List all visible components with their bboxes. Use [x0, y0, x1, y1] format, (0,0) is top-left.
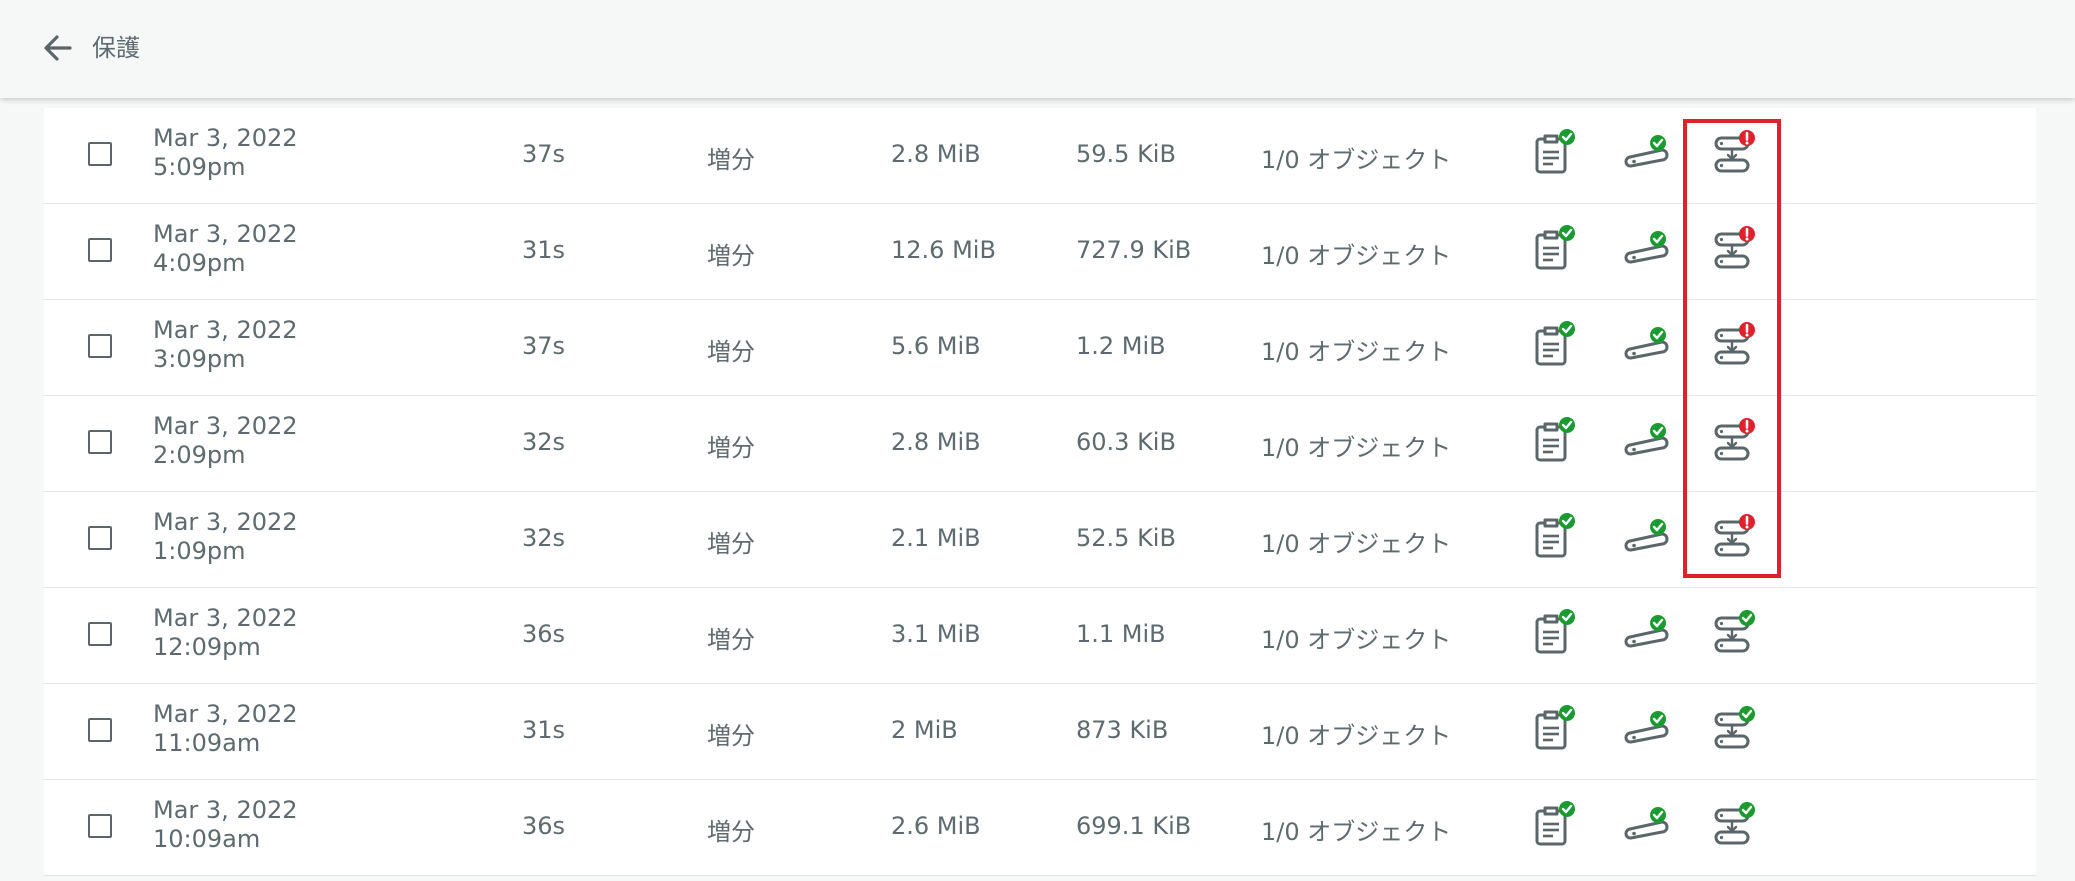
report-ok-icon[interactable]	[1530, 416, 1580, 466]
snapshot-time: 1:09pm	[153, 537, 246, 565]
snapshot-date: Mar 3, 2022	[153, 124, 298, 152]
row-checkbox[interactable]	[88, 334, 112, 358]
local-snapshot-ok-icon[interactable]	[1622, 128, 1672, 178]
snapshot-date: Mar 3, 2022	[153, 220, 298, 248]
replication-ok-icon[interactable]	[1708, 704, 1758, 754]
snapshot-datetime: Mar 3, 2022 3:09pm	[153, 316, 298, 374]
snapshot-datetime: Mar 3, 2022 4:09pm	[153, 220, 298, 278]
page-title: 保護	[92, 34, 140, 62]
logical-size: 2 MiB	[891, 716, 958, 744]
report-ok-icon[interactable]	[1530, 608, 1580, 658]
duration: 37s	[522, 140, 566, 168]
row-checkbox[interactable]	[88, 142, 112, 166]
snapshot-date: Mar 3, 2022	[153, 700, 298, 728]
data-transferred: 727.9 KiB	[1076, 236, 1192, 264]
duration: 31s	[522, 716, 566, 744]
report-ok-icon[interactable]	[1530, 800, 1580, 850]
snapshot-datetime: Mar 3, 2022 12:09pm	[153, 604, 298, 662]
snapshot-date: Mar 3, 2022	[153, 316, 298, 344]
snapshot-datetime: Mar 3, 2022 10:09am	[153, 796, 298, 854]
logical-size: 2.6 MiB	[891, 812, 981, 840]
backup-type: 増分	[707, 530, 755, 558]
backup-type: 増分	[707, 338, 755, 366]
backup-type: 増分	[707, 146, 755, 174]
snapshot-time: 10:09am	[153, 825, 261, 853]
backup-type: 増分	[707, 242, 755, 270]
snapshot-time: 2:09pm	[153, 441, 246, 469]
local-snapshot-ok-icon[interactable]	[1622, 224, 1672, 274]
local-snapshot-ok-icon[interactable]	[1622, 704, 1672, 754]
table-row[interactable]: Mar 3, 2022 12:09pm 36s 増分 3.1 MiB 1.1 M…	[44, 588, 2036, 684]
replication-ok-icon[interactable]	[1708, 608, 1758, 658]
data-transferred: 699.1 KiB	[1076, 812, 1192, 840]
local-snapshot-ok-icon[interactable]	[1622, 320, 1672, 370]
replication-error-highlight	[1683, 119, 1781, 578]
data-transferred: 60.3 KiB	[1076, 428, 1176, 456]
row-checkbox[interactable]	[88, 430, 112, 454]
object-count: 1/0 オブジェクト	[1261, 242, 1452, 270]
snapshot-datetime: Mar 3, 2022 1:09pm	[153, 508, 298, 566]
table-row[interactable]: Mar 3, 2022 11:09am 31s 増分 2 MiB 873 KiB…	[44, 684, 2036, 780]
data-transferred: 1.1 MiB	[1076, 620, 1166, 648]
report-ok-icon[interactable]	[1530, 224, 1580, 274]
table-row[interactable]: Mar 3, 2022 10:09am 36s 増分 2.6 MiB 699.1…	[44, 780, 2036, 876]
snapshot-date: Mar 3, 2022	[153, 508, 298, 536]
logical-size: 2.1 MiB	[891, 524, 981, 552]
duration: 32s	[522, 428, 566, 456]
duration: 37s	[522, 332, 566, 360]
local-snapshot-ok-icon[interactable]	[1622, 608, 1672, 658]
duration: 31s	[522, 236, 566, 264]
snapshot-time: 11:09am	[153, 729, 261, 757]
object-count: 1/0 オブジェクト	[1261, 146, 1452, 174]
report-ok-icon[interactable]	[1530, 704, 1580, 754]
row-checkbox[interactable]	[88, 238, 112, 262]
snapshot-date: Mar 3, 2022	[153, 796, 298, 824]
object-count: 1/0 オブジェクト	[1261, 434, 1452, 462]
backup-type: 増分	[707, 818, 755, 846]
snapshot-datetime: Mar 3, 2022 2:09pm	[153, 412, 298, 470]
logical-size: 2.8 MiB	[891, 140, 981, 168]
row-checkbox[interactable]	[88, 814, 112, 838]
duration: 36s	[522, 620, 566, 648]
local-snapshot-ok-icon[interactable]	[1622, 800, 1672, 850]
snapshot-datetime: Mar 3, 2022 5:09pm	[153, 124, 298, 182]
snapshot-time: 4:09pm	[153, 249, 246, 277]
arrow-left-icon[interactable]	[38, 28, 78, 68]
logical-size: 5.6 MiB	[891, 332, 981, 360]
replication-ok-icon[interactable]	[1708, 800, 1758, 850]
snapshot-time: 3:09pm	[153, 345, 246, 373]
object-count: 1/0 オブジェクト	[1261, 626, 1452, 654]
object-count: 1/0 オブジェクト	[1261, 338, 1452, 366]
snapshot-datetime: Mar 3, 2022 11:09am	[153, 700, 298, 758]
local-snapshot-ok-icon[interactable]	[1622, 512, 1672, 562]
page-header: 保護	[0, 0, 2075, 98]
snapshot-date: Mar 3, 2022	[153, 604, 298, 632]
logical-size: 3.1 MiB	[891, 620, 981, 648]
data-transferred: 1.2 MiB	[1076, 332, 1166, 360]
data-transferred: 52.5 KiB	[1076, 524, 1176, 552]
object-count: 1/0 オブジェクト	[1261, 722, 1452, 750]
duration: 32s	[522, 524, 566, 552]
data-transferred: 59.5 KiB	[1076, 140, 1176, 168]
logical-size: 2.8 MiB	[891, 428, 981, 456]
backup-type: 増分	[707, 722, 755, 750]
data-transferred: 873 KiB	[1076, 716, 1169, 744]
object-count: 1/0 オブジェクト	[1261, 530, 1452, 558]
row-checkbox[interactable]	[88, 718, 112, 742]
row-checkbox[interactable]	[88, 622, 112, 646]
snapshot-date: Mar 3, 2022	[153, 412, 298, 440]
report-ok-icon[interactable]	[1530, 512, 1580, 562]
backup-type: 増分	[707, 434, 755, 462]
report-ok-icon[interactable]	[1530, 320, 1580, 370]
snapshot-time: 12:09pm	[153, 633, 261, 661]
object-count: 1/0 オブジェクト	[1261, 818, 1452, 846]
snapshot-time: 5:09pm	[153, 153, 246, 181]
report-ok-icon[interactable]	[1530, 128, 1580, 178]
local-snapshot-ok-icon[interactable]	[1622, 416, 1672, 466]
row-checkbox[interactable]	[88, 526, 112, 550]
logical-size: 12.6 MiB	[891, 236, 996, 264]
backup-type: 増分	[707, 626, 755, 654]
duration: 36s	[522, 812, 566, 840]
